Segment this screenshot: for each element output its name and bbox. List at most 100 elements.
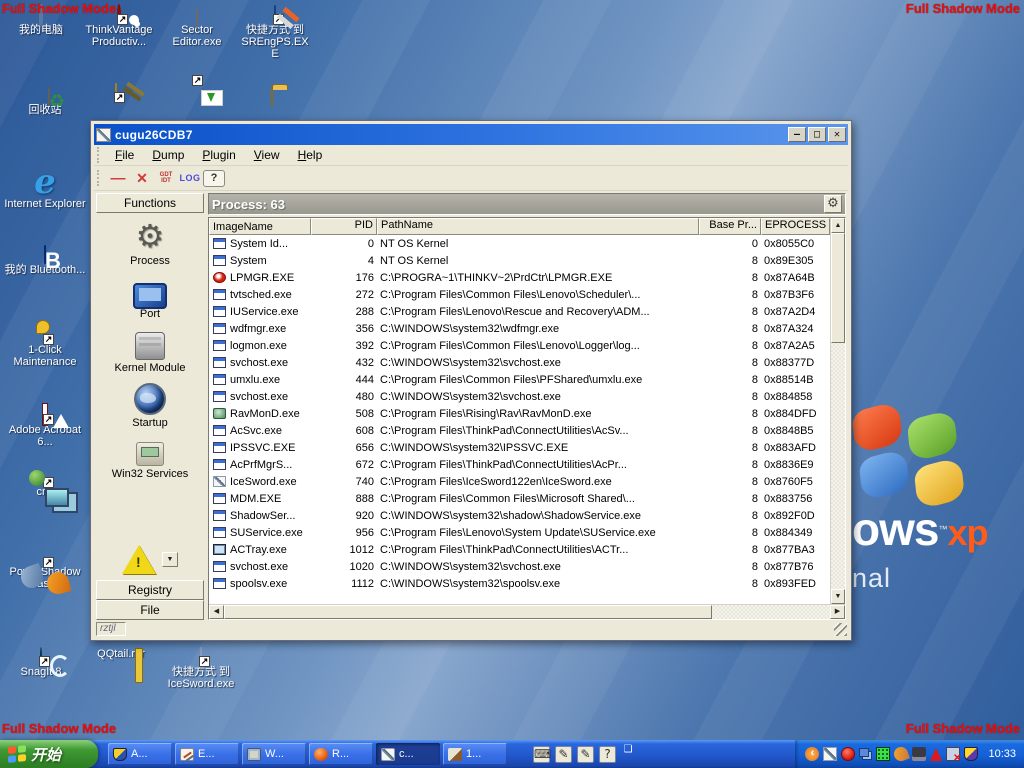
desktop-icon-folder[interactable]	[254, 84, 290, 102]
minimize-button[interactable]: —	[788, 127, 806, 142]
column-header-pid[interactable]: PID	[311, 218, 377, 235]
title-bar[interactable]: cugu26CDB7 — □ ✕	[94, 124, 848, 145]
task-button-w[interactable]: W...	[242, 743, 306, 765]
scroll-right-button[interactable]: ▶	[830, 605, 845, 619]
vertical-scrollbar[interactable]: ▲ ▼	[830, 218, 845, 604]
maximize-button[interactable]: □	[808, 127, 826, 142]
desktop-icon-快捷方式-到-srengps-exe[interactable]: ↗快捷方式 到 SREngPS.EXE	[238, 6, 312, 60]
table-row-iuservice-exe[interactable]: IUService.exe288C:\Program Files\Lenovo\…	[209, 303, 830, 320]
close-button[interactable]: ✕	[828, 127, 846, 142]
column-header-base-pr[interactable]: Base Pr...	[699, 218, 761, 235]
scroll-up-button[interactable]: ▲	[831, 218, 845, 233]
cell-pid: 956	[311, 527, 377, 539]
table-row-spoolsv-exe[interactable]: spoolsv.exe1112C:\WINDOWS\system32\spool…	[209, 575, 830, 592]
icesword-tray-icon[interactable]	[823, 747, 837, 761]
printer-tray-icon[interactable]	[912, 747, 926, 761]
network-offline-icon[interactable]	[946, 747, 960, 761]
desktop-icon-快捷方式-到-icesword-exe[interactable]: ↗快捷方式 到 IceSword.exe	[164, 648, 238, 690]
horizontal-scroll-thumb[interactable]	[224, 605, 712, 619]
task-button-e[interactable]: E...	[175, 743, 239, 765]
gdt-idt-button[interactable]: GDTIDT	[155, 168, 177, 188]
security-shield-icon[interactable]	[964, 747, 978, 761]
desktop-icon-1-click-maintenance[interactable]: ↗1-Click Maintenance	[2, 326, 88, 406]
writing-pad-icon[interactable]: ✎	[577, 746, 594, 763]
table-row-ravmond-exe[interactable]: RavMonD.exe508C:\Program Files\Rising\Ra…	[209, 405, 830, 422]
pen-icon[interactable]: ✎	[555, 746, 572, 763]
file-button[interactable]: File	[96, 600, 204, 620]
table-row-svchost-exe[interactable]: svchost.exe480C:\WINDOWS\system32\svchos…	[209, 388, 830, 405]
firewall-grid-icon[interactable]	[876, 747, 890, 761]
keyboard-icon[interactable]: ⌨	[533, 746, 550, 763]
menu-view[interactable]: View	[245, 146, 289, 164]
desktop-icon-cnc[interactable]: ↗cnc	[2, 486, 88, 566]
table-row-umxlu-exe[interactable]: umxlu.exe444C:\Program Files\Common File…	[209, 371, 830, 388]
toolbar-minus-button[interactable]: —	[107, 168, 129, 188]
desktop-icon-qqtail-rar[interactable]: QQtail.rar	[84, 648, 158, 690]
start-button[interactable]: 开始	[0, 740, 98, 768]
resize-grip[interactable]	[834, 623, 847, 636]
column-header-imagename[interactable]: ImageName	[209, 218, 311, 235]
table-row-acsvc-exe[interactable]: AcSvc.exe608C:\Program Files\ThinkPad\Co…	[209, 422, 830, 439]
table-row-lpmgr-exe[interactable]: LPMGR.EXE176C:\PROGRA~1\THINKV~2\PrdCtr\…	[209, 269, 830, 286]
desktop-icon-adobe-acrobat-6[interactable]: ↗Adobe Acrobat 6...	[2, 406, 88, 486]
desktop-icon-download[interactable]: ↗	[176, 84, 212, 102]
alert-antenna-icon[interactable]	[930, 748, 942, 761]
task-button-r[interactable]: R...	[309, 743, 373, 765]
horizontal-scrollbar[interactable]: ◀ ▶	[209, 604, 845, 619]
help-button[interactable]: ?	[203, 170, 225, 187]
table-row-wdfmgr-exe[interactable]: wdfmgr.exe356C:\WINDOWS\system32\wdfmgr.…	[209, 320, 830, 337]
menu-plugin[interactable]: Plugin	[193, 146, 244, 164]
task-button-c[interactable]: c...	[376, 743, 440, 765]
powershadow-tray-icon[interactable]	[892, 745, 910, 763]
table-row-system-id[interactable]: System Id...0NT OS Kernel00x8055C0	[209, 235, 830, 252]
desktop-icon-回收站[interactable]: 回收站	[2, 86, 88, 166]
task-button-a[interactable]: A...	[108, 743, 172, 765]
table-row-actray-exe[interactable]: ACTray.exe1012C:\Program Files\ThinkPad\…	[209, 541, 830, 558]
sidebar-item-port[interactable]: Port	[96, 276, 204, 320]
table-row-suservice-exe[interactable]: SUService.exe956C:\Program Files\Lenovo\…	[209, 524, 830, 541]
help-icon[interactable]: ?	[599, 746, 616, 763]
table-row-logmon-exe[interactable]: logmon.exe392C:\Program Files\Common Fil…	[209, 337, 830, 354]
table-row-system[interactable]: System4NT OS Kernel80x89E305	[209, 252, 830, 269]
desktop-icon-tools[interactable]: ↗	[98, 84, 134, 102]
table-row-acprfmgrs[interactable]: AcPrfMgrS...672C:\Program Files\ThinkPad…	[209, 456, 830, 473]
desktop-icon-我的-bluetooth[interactable]: 我的 Bluetooth...	[2, 246, 88, 326]
table-row-svchost-exe[interactable]: svchost.exe1020C:\WINDOWS\system32\svcho…	[209, 558, 830, 575]
desktop-icon-snagit-8[interactable]: ↗SnagIt 8	[4, 648, 78, 690]
sidebar-scroll-down-button[interactable]: ▼	[162, 552, 178, 567]
menu-dump[interactable]: Dump	[143, 146, 193, 164]
process-name: AcPrfMgrS...	[230, 459, 292, 471]
desktop-icon-internet-explorer[interactable]: eInternet Explorer	[2, 166, 88, 246]
network-computers-icon[interactable]	[859, 748, 869, 757]
desktop-icon-powershadow-master[interactable]: ↗PowerShadow Master	[2, 566, 88, 646]
sidebar-item-kernel-module[interactable]: Kernel Module	[96, 329, 204, 374]
registry-button[interactable]: Registry	[96, 580, 204, 600]
menu-file[interactable]: File	[106, 146, 143, 164]
cell-imagename: logmon.exe	[209, 340, 311, 352]
scroll-down-button[interactable]: ▼	[831, 589, 845, 604]
hide-icons-icon[interactable]: ‹	[805, 747, 819, 761]
table-row-mdm-exe[interactable]: MDM.EXE888C:\Program Files\Common Files\…	[209, 490, 830, 507]
task-button-1[interactable]: 1...	[443, 743, 507, 765]
vertical-scroll-thumb[interactable]	[831, 233, 845, 343]
sidebar-item-process[interactable]: ⚙Process	[96, 219, 204, 267]
refresh-gear-button[interactable]: ⚙	[824, 195, 842, 213]
antivirus-shield-icon[interactable]	[841, 747, 855, 761]
table-row-shadowser[interactable]: ShadowSer...920C:\WINDOWS\system32\shado…	[209, 507, 830, 524]
desktop-icon-sector-editor-exe[interactable]: Sector Editor.exe	[160, 6, 234, 60]
functions-header-button[interactable]: Functions	[96, 193, 204, 213]
column-header-pathname[interactable]: PathName	[377, 218, 699, 235]
table-row-tvtsched-exe[interactable]: tvtsched.exe272C:\Program Files\Common F…	[209, 286, 830, 303]
table-row-svchost-exe[interactable]: svchost.exe432C:\WINDOWS\system32\svchos…	[209, 354, 830, 371]
table-row-ipssvc-exe[interactable]: IPSSVC.EXE656C:\WINDOWS\system32\IPSSVC.…	[209, 439, 830, 456]
scroll-left-button[interactable]: ◀	[209, 605, 224, 619]
langbar-minimize-icon[interactable]: ❏	[621, 746, 635, 763]
log-button[interactable]: LOG	[179, 168, 201, 188]
column-header-eprocess[interactable]: EPROCESS	[761, 218, 830, 235]
sidebar-item-win32-services[interactable]: Win32 Services	[96, 438, 204, 480]
table-row-icesword-exe[interactable]: IceSword.exe740C:\Program Files\IceSword…	[209, 473, 830, 490]
menu-help[interactable]: Help	[289, 146, 332, 164]
process-name: svchost.exe	[230, 357, 288, 369]
toolbar-close-button[interactable]: ✕	[131, 168, 153, 188]
sidebar-item-startup[interactable]: Startup	[96, 383, 204, 429]
